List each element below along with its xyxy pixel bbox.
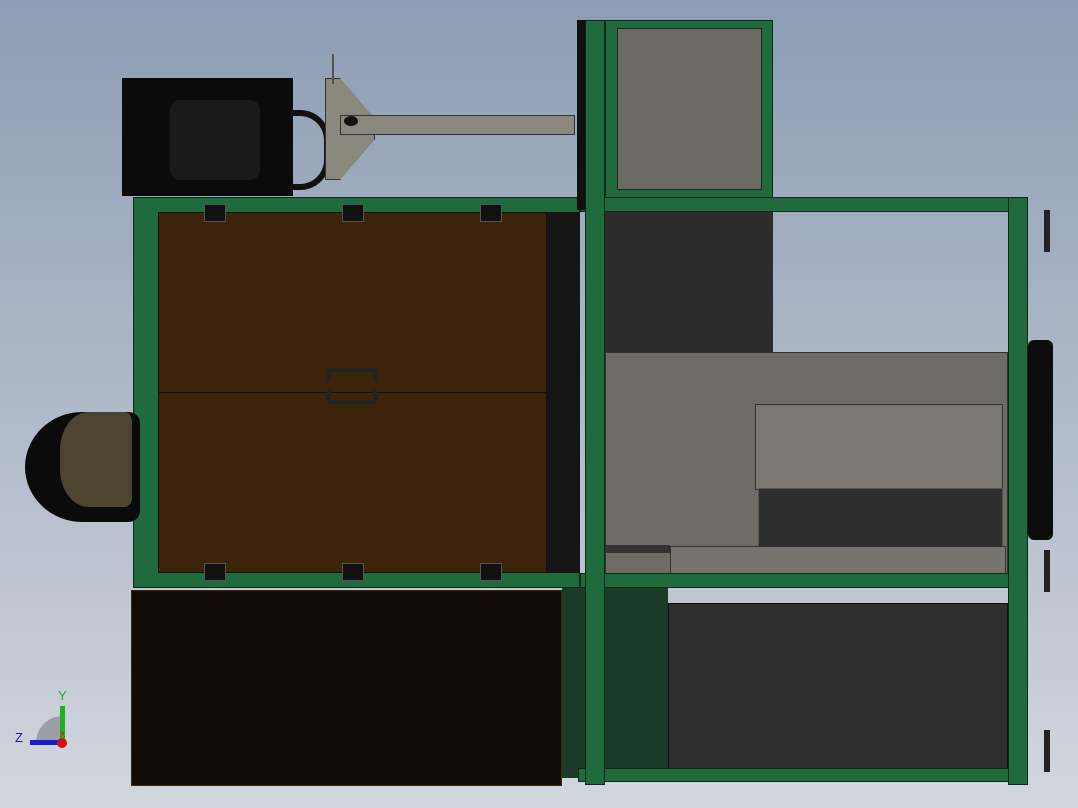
bracket-rod xyxy=(332,54,334,84)
inner-box-bottom xyxy=(758,488,1003,548)
mannequin-face xyxy=(60,412,132,507)
shelf-rod xyxy=(605,545,670,553)
inner-box-top xyxy=(755,404,1003,490)
foot-bottom xyxy=(1028,730,1050,772)
x-axis-dot xyxy=(57,738,67,748)
frame-beam-bottom xyxy=(578,768,1028,782)
bracket-arm xyxy=(340,115,575,135)
lower-right-box xyxy=(668,603,1008,769)
latch xyxy=(204,563,226,581)
latch xyxy=(342,563,364,581)
axis-triad: Y Z X xyxy=(14,688,74,753)
motor-cable xyxy=(290,110,330,190)
bracket-hole xyxy=(344,116,358,126)
frame-beam-top xyxy=(580,197,1028,212)
x-axis-label: X xyxy=(60,730,66,739)
cabinet-door-top[interactable] xyxy=(158,212,547,393)
foot-top xyxy=(1028,210,1050,252)
shelf xyxy=(670,546,1006,574)
lower-right-frame-bg xyxy=(562,588,668,778)
latch xyxy=(480,563,502,581)
y-axis-label: Y xyxy=(58,688,67,703)
frame-post-back xyxy=(577,20,585,210)
wheel xyxy=(1028,340,1053,540)
latch xyxy=(480,204,502,222)
z-axis-label: Z xyxy=(15,730,23,745)
frame-beam-middle xyxy=(580,573,1028,588)
cabinet-door-bottom[interactable] xyxy=(158,392,547,573)
cabinet-side xyxy=(547,212,580,573)
latch xyxy=(342,204,364,222)
cad-viewport[interactable]: Y Z X xyxy=(0,0,1078,808)
foot-middle xyxy=(1028,550,1050,592)
motor-cylinder xyxy=(170,100,260,180)
top-box-panel xyxy=(617,28,762,190)
dark-panel xyxy=(605,212,773,354)
handle-top[interactable] xyxy=(327,368,377,382)
frame-post-left xyxy=(585,20,605,785)
handle-bottom[interactable] xyxy=(327,390,377,404)
frame-post-right xyxy=(1008,197,1028,785)
latch xyxy=(204,204,226,222)
lower-cabinet xyxy=(131,590,562,786)
